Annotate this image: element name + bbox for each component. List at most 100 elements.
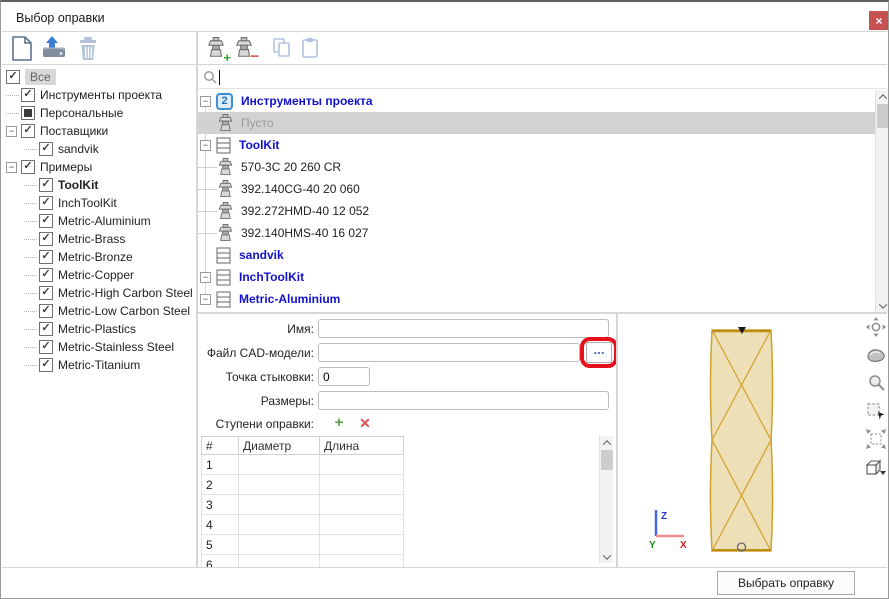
scroll-down-icon[interactable] xyxy=(876,299,889,312)
checkbox[interactable] xyxy=(21,106,35,120)
shaded-view-button[interactable] xyxy=(865,344,887,365)
paste-button[interactable] xyxy=(297,35,323,61)
table-cell[interactable] xyxy=(239,455,320,475)
catalog-row[interactable]: −InchToolKit xyxy=(198,266,875,288)
table-cell[interactable] xyxy=(320,495,404,515)
table-cell[interactable]: 4 xyxy=(202,515,239,535)
table-row[interactable]: 4 xyxy=(202,515,404,535)
catalog-row[interactable]: 392.272HMD-40 12 052 xyxy=(198,200,875,222)
table-row[interactable]: 2 xyxy=(202,475,404,495)
table-cell[interactable]: 2 xyxy=(202,475,239,495)
remove-holder-button[interactable]: − xyxy=(231,35,257,61)
scroll-down-icon[interactable] xyxy=(600,550,614,563)
zoom-fit-button[interactable] xyxy=(865,428,887,449)
checkbox[interactable]: ✓ xyxy=(39,286,53,300)
checkbox[interactable]: ✓ xyxy=(39,322,53,336)
checkbox[interactable]: ✓ xyxy=(39,214,53,228)
tree-row[interactable]: ✓Metric-High Carbon Steel xyxy=(2,284,195,302)
delete-button[interactable] xyxy=(75,35,101,61)
tree-row[interactable]: ✓Metric-Stainless Steel xyxy=(2,338,195,356)
checkbox[interactable]: ✓ xyxy=(39,232,53,246)
checkbox[interactable]: ✓ xyxy=(39,178,53,192)
tree-row[interactable]: ✓Инструменты проекта xyxy=(2,86,195,104)
tree-row[interactable]: ✓Metric-Low Carbon Steel xyxy=(2,302,195,320)
checkbox[interactable]: ✓ xyxy=(39,340,53,354)
import-button[interactable] xyxy=(41,35,67,61)
new-document-button[interactable] xyxy=(9,35,35,61)
catalog-row[interactable]: 570-3C 20 260 CR xyxy=(198,156,875,178)
checkbox[interactable]: ✓ xyxy=(21,124,35,138)
table-cell[interactable] xyxy=(239,535,320,555)
collapse-expander-icon[interactable]: − xyxy=(200,272,211,283)
tree-row[interactable]: ✓ToolKit xyxy=(2,176,195,194)
table-cell[interactable] xyxy=(239,555,320,568)
checkbox[interactable]: ✓ xyxy=(39,304,53,318)
collapse-expander-icon[interactable]: − xyxy=(200,140,211,151)
tree-row[interactable]: ✓Metric-Copper xyxy=(2,266,195,284)
collapse-expander-icon[interactable]: − xyxy=(6,126,17,137)
table-row[interactable]: 5 xyxy=(202,535,404,555)
checkbox[interactable]: ✓ xyxy=(21,160,35,174)
table-cell[interactable]: 6 xyxy=(202,555,239,568)
select-holder-button[interactable]: Выбрать оправку xyxy=(717,571,855,595)
table-cell[interactable] xyxy=(320,455,404,475)
table-cell[interactable] xyxy=(320,555,404,568)
catalog-row[interactable]: −2Инструменты проекта xyxy=(198,90,875,112)
cad-file-input[interactable] xyxy=(318,343,580,362)
table-cell[interactable]: 3 xyxy=(202,495,239,515)
checkbox[interactable]: ✓ xyxy=(39,142,53,156)
view-cube-button[interactable] xyxy=(865,456,887,477)
scroll-up-icon[interactable] xyxy=(600,436,614,449)
collapse-expander-icon[interactable]: − xyxy=(200,294,211,305)
scroll-up-icon[interactable] xyxy=(876,90,889,103)
dimensions-input[interactable] xyxy=(318,391,609,410)
catalog-scrollbar[interactable] xyxy=(875,90,889,312)
table-cell[interactable]: 1 xyxy=(202,455,239,475)
checkbox[interactable]: ✓ xyxy=(6,70,20,84)
tree-row[interactable]: −✓Поставщики xyxy=(2,122,195,140)
collapse-expander-icon[interactable]: − xyxy=(200,96,211,107)
search-input[interactable] xyxy=(220,68,883,86)
table-cell[interactable] xyxy=(320,515,404,535)
add-step-button[interactable]: + xyxy=(331,415,347,431)
tree-row[interactable]: ✓Все xyxy=(2,68,195,86)
checkbox[interactable]: ✓ xyxy=(39,196,53,210)
browse-button[interactable]: ... xyxy=(586,342,612,363)
table-cell[interactable] xyxy=(239,475,320,495)
add-holder-button[interactable]: + xyxy=(203,35,229,61)
zoom-window-button[interactable] xyxy=(865,400,887,421)
catalog-row[interactable]: Пусто xyxy=(198,112,875,134)
tree-row[interactable]: ✓InchToolKit xyxy=(2,194,195,212)
tree-row[interactable]: ✓Metric-Titanium xyxy=(2,356,195,374)
catalog-row[interactable]: 392.140HMS-40 16 027 xyxy=(198,222,875,244)
dock-point-input[interactable] xyxy=(318,367,370,386)
table-row[interactable]: 6 xyxy=(202,555,404,568)
checkbox[interactable]: ✓ xyxy=(39,250,53,264)
catalog-row[interactable]: sandvik xyxy=(198,244,875,266)
table-cell[interactable] xyxy=(239,515,320,535)
tree-row[interactable]: ✓Metric-Brass xyxy=(2,230,195,248)
checkbox[interactable]: ✓ xyxy=(21,88,35,102)
steps-table[interactable]: #ДиаметрДлина 123456 xyxy=(201,436,404,567)
table-cell[interactable] xyxy=(320,535,404,555)
tree-row[interactable]: −✓Примеры xyxy=(2,158,195,176)
zoom-button[interactable] xyxy=(865,372,887,393)
tree-row[interactable]: ✓sandvik xyxy=(2,140,195,158)
orbit-button[interactable] xyxy=(865,316,887,337)
checkbox[interactable]: ✓ xyxy=(39,358,53,372)
tree-row[interactable]: ✓Metric-Aluminium xyxy=(2,212,195,230)
tree-row[interactable]: ✓Metric-Plastics xyxy=(2,320,195,338)
scrollbar-thumb[interactable] xyxy=(601,450,613,470)
remove-step-button[interactable]: ✕ xyxy=(357,415,373,431)
table-cell[interactable] xyxy=(320,475,404,495)
copy-button[interactable] xyxy=(269,35,295,61)
tree-row[interactable]: Персональные xyxy=(2,104,195,122)
table-scrollbar[interactable] xyxy=(599,436,613,563)
table-cell[interactable]: 5 xyxy=(202,535,239,555)
close-button[interactable]: × xyxy=(869,11,889,30)
catalog-row[interactable]: −Metric-Aluminium xyxy=(198,288,875,310)
catalog-row[interactable]: −ToolKit xyxy=(198,134,875,156)
tree-row[interactable]: ✓Metric-Bronze xyxy=(2,248,195,266)
collapse-expander-icon[interactable]: − xyxy=(6,162,17,173)
name-input[interactable] xyxy=(318,319,609,338)
